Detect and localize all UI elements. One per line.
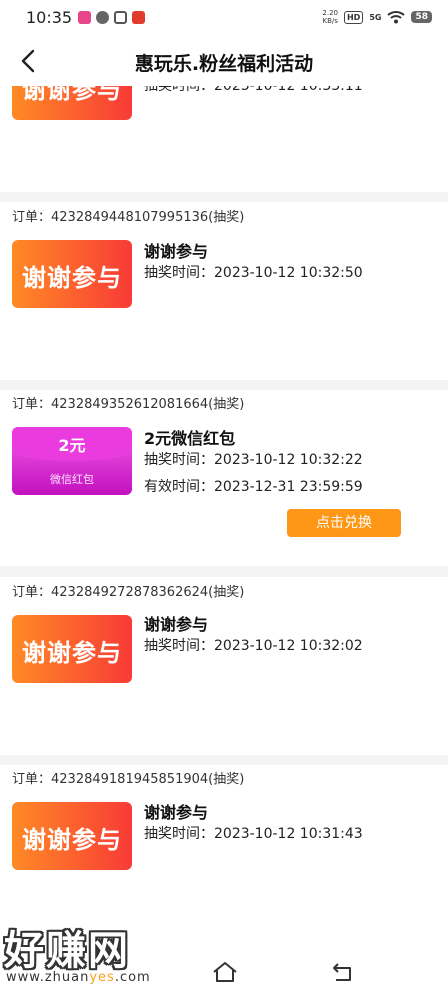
prize-thumbnail: 谢谢参与	[12, 802, 132, 870]
watermark-brand: 好赚网	[4, 928, 130, 974]
status-bar: 10:35 2.20 KB/s HD 5G 58	[0, 0, 448, 36]
order-card: 订单：4232849272878362624(抽奖) 谢谢参与 谢谢参与 抽奖时…	[0, 577, 448, 755]
signal-icon: 5G	[369, 12, 382, 22]
page-title: 惠玩乐.粉丝福利活动	[134, 53, 314, 75]
prize-name: 谢谢参与	[144, 242, 209, 261]
net-speed: 2.20 KB/s	[322, 9, 338, 25]
wifi-icon	[387, 11, 406, 24]
prize-name: 2元微信红包	[144, 429, 236, 448]
prize-name: 谢谢参与	[144, 615, 209, 634]
draw-time: 抽奖时间：2023-10-12 10:33:11	[144, 86, 363, 94]
prize-thumbnail: 2元 微信红包	[12, 427, 132, 495]
order-list[interactable]: 谢谢参与 抽奖时间：2023-10-12 10:33:11 订单：4232849…	[0, 86, 448, 946]
chat-notification-icon	[96, 11, 109, 24]
watermark-logo: 好赚网 www.zhuanyes.com	[4, 918, 194, 992]
order-card: 订单：4232849352612081664(抽奖) 2元 微信红包 2元微信红…	[0, 390, 448, 566]
app-notification-icon	[132, 11, 145, 24]
order-number: 订单：4232849448107995136(抽奖)	[12, 210, 245, 225]
prize-name: 谢谢参与	[144, 803, 209, 822]
order-number: 订单：4232849181945851904(抽奖)	[12, 772, 245, 787]
watermark-url: www.zhuanyes.com	[6, 970, 151, 985]
hd-icon: HD	[343, 10, 364, 24]
status-time: 10:35	[26, 8, 73, 27]
order-number: 订单：4232849352612081664(抽奖)	[12, 397, 245, 412]
redpack-label: 微信红包	[50, 473, 94, 486]
battery-icon: 58	[411, 11, 432, 23]
home-icon[interactable]	[211, 960, 239, 984]
prize-thumbnail: 谢谢参与	[12, 86, 132, 120]
prize-thumbnail: 谢谢参与	[12, 615, 132, 683]
app-notification-icon	[78, 11, 91, 24]
prize-thumbnail: 谢谢参与	[12, 240, 132, 308]
draw-time: 抽奖时间：2023-10-12 10:32:50	[144, 265, 363, 281]
draw-time: 抽奖时间：2023-10-12 10:32:02	[144, 638, 363, 654]
redeem-button[interactable]: 点击兑换	[287, 509, 401, 537]
redpack-amount: 2元	[58, 436, 86, 455]
order-card: 订单：4232849448107995136(抽奖) 谢谢参与 谢谢参与 抽奖时…	[0, 202, 448, 380]
back-icon[interactable]	[330, 960, 354, 984]
draw-time: 抽奖时间：2023-10-12 10:32:22	[144, 452, 363, 468]
valid-time: 有效时间：2023-12-31 23:59:59	[144, 479, 363, 495]
order-number: 订单：4232849272878362624(抽奖)	[12, 585, 245, 600]
order-card: 谢谢参与 抽奖时间：2023-10-12 10:33:11	[0, 86, 448, 192]
header-bar: 惠玩乐.粉丝福利活动	[0, 36, 448, 86]
draw-time: 抽奖时间：2023-10-12 10:31:43	[144, 826, 363, 842]
notification-icons	[78, 11, 145, 24]
status-indicators: 2.20 KB/s HD 5G 58	[322, 9, 432, 25]
app-notification-icon	[114, 11, 127, 24]
